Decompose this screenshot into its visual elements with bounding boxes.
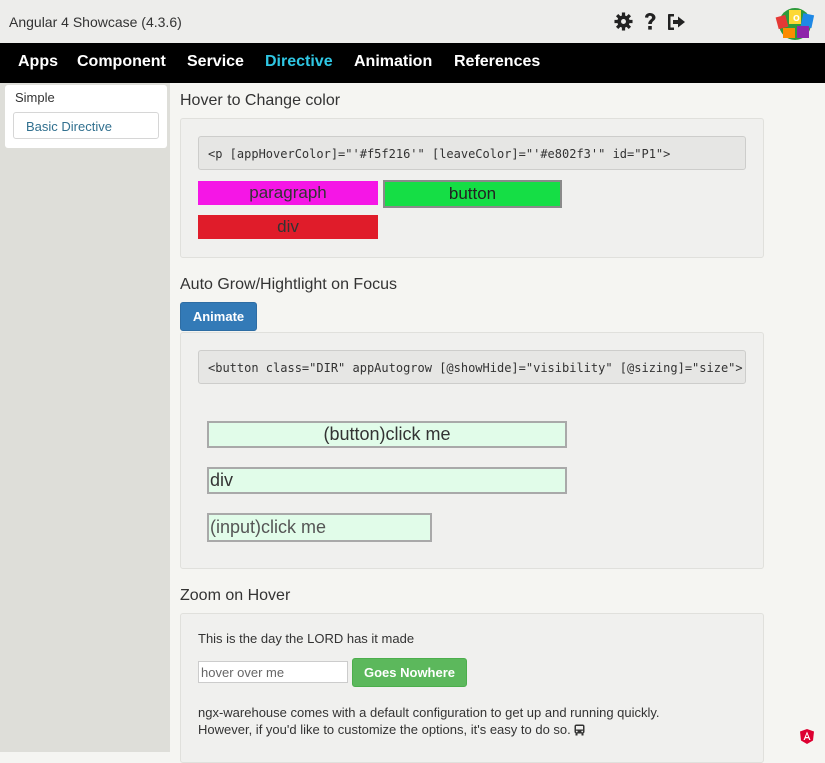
section-title-hover: Hover to Change color — [180, 92, 341, 109]
autogrow-div[interactable]: div — [207, 467, 567, 494]
autogrow-button[interactable]: (button)click me — [207, 421, 567, 448]
autogrow-code: <button class="DIR" appAutogrow [@showHi… — [198, 350, 746, 384]
zoom-input[interactable] — [198, 661, 348, 683]
bus-icon — [574, 724, 585, 736]
question-icon[interactable] — [643, 12, 657, 31]
nav-animation[interactable]: Animation — [354, 53, 432, 71]
info-line-2: However, if you'd like to customize the … — [198, 722, 585, 737]
hover-code: <p [appHoverColor]="'#f5f216'" [leaveCol… — [198, 136, 746, 170]
app-title: Angular 4 Showcase (4.3.6) — [9, 14, 182, 30]
animate-button[interactable]: Animate — [180, 302, 257, 331]
info-line-1: ngx-warehouse comes with a default confi… — [198, 705, 660, 720]
goes-nowhere-button[interactable]: Goes Nowhere — [352, 658, 467, 687]
hover-button[interactable]: button — [383, 180, 562, 208]
top-icons — [614, 12, 686, 31]
sign-out-icon[interactable] — [667, 13, 686, 31]
info-line-2-text: However, if you'd like to customize the … — [198, 722, 575, 737]
hover-paragraph[interactable]: paragraph — [198, 181, 378, 205]
hover-div[interactable]: div — [198, 215, 378, 239]
angular-icon — [800, 729, 814, 744]
sidebar-item-label: Basic Directive — [26, 119, 112, 134]
sidebar-heading: Simple — [15, 90, 55, 105]
logo-icon: O — [775, 8, 815, 40]
nav-references[interactable]: References — [454, 53, 540, 71]
nav-service[interactable]: Service — [187, 53, 244, 71]
main-nav: Apps Component Service Directive Animati… — [0, 43, 825, 83]
sidebar-item-basic-directive[interactable]: Basic Directive — [13, 112, 159, 139]
nav-component[interactable]: Component — [77, 53, 166, 71]
zoom-text[interactable]: This is the day the LORD has it made — [198, 631, 414, 646]
section-title-zoom: Zoom on Hover — [180, 587, 291, 604]
sidebar — [0, 83, 170, 752]
nav-directive[interactable]: Directive — [265, 53, 333, 71]
autogrow-input[interactable] — [207, 513, 432, 542]
svg-text:O: O — [793, 14, 800, 23]
title-bar: Angular 4 Showcase (4.3.6) O — [0, 0, 825, 43]
section-title-autogrow: Auto Grow/Hightlight on Focus — [180, 276, 397, 293]
gear-icon[interactable] — [614, 12, 633, 31]
nav-apps[interactable]: Apps — [18, 53, 58, 71]
